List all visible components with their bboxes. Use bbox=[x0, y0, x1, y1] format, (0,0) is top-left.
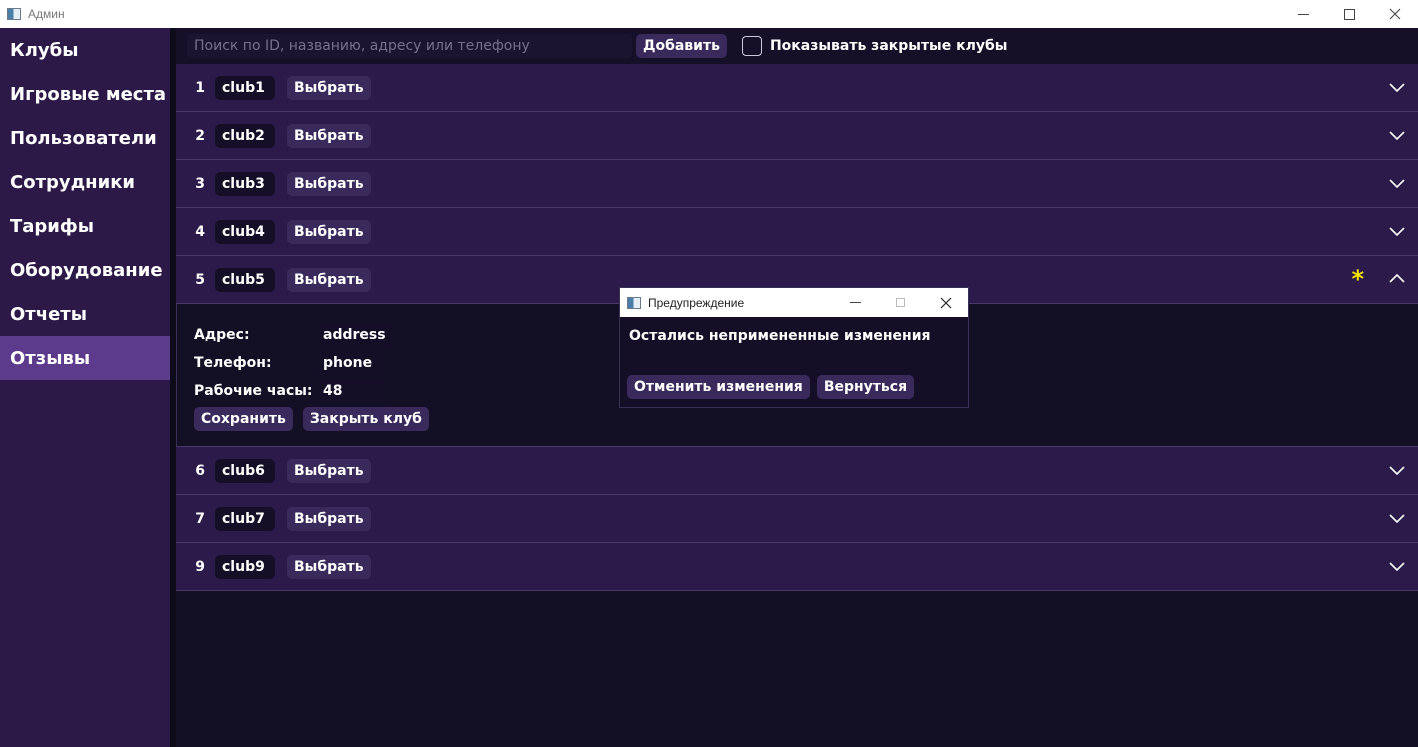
maximize-icon bbox=[1343, 8, 1355, 20]
save-button[interactable]: Сохранить bbox=[194, 407, 293, 431]
sidebar-item-employees[interactable]: Сотрудники bbox=[0, 160, 170, 204]
phone-field[interactable]: phone bbox=[316, 351, 388, 375]
club-row[interactable]: 6 club6 Выбрать bbox=[176, 447, 1418, 495]
window-titlebar: Админ bbox=[0, 0, 1418, 28]
club-id: 6 bbox=[195, 462, 205, 479]
club-id: 5 bbox=[195, 271, 205, 288]
minimize-button[interactable] bbox=[1280, 0, 1326, 28]
sidebar-item-equipment[interactable]: Оборудование bbox=[0, 248, 170, 292]
close-window-button[interactable] bbox=[1372, 0, 1418, 28]
chevron-down-icon[interactable] bbox=[1388, 509, 1406, 527]
select-club-button[interactable]: Выбрать bbox=[287, 506, 371, 531]
chevron-down-icon[interactable] bbox=[1388, 78, 1406, 96]
hours-field[interactable]: 48 bbox=[316, 379, 388, 403]
club-name-field[interactable]: club9 bbox=[215, 554, 275, 579]
club-name-field[interactable]: club2 bbox=[215, 123, 275, 148]
dialog-actions: Отменить изменения Вернуться bbox=[620, 375, 968, 399]
club-name-field[interactable]: club1 bbox=[215, 75, 275, 100]
sidebar-item-users[interactable]: Пользователи bbox=[0, 116, 170, 160]
window-title: Админ bbox=[28, 7, 65, 21]
app-icon bbox=[7, 8, 21, 20]
club-name-field[interactable]: club5 bbox=[215, 267, 275, 292]
club-row[interactable]: 7 club7 Выбрать bbox=[176, 495, 1418, 543]
dialog-titlebar: Предупреждение bbox=[620, 288, 968, 317]
club-id: 4 bbox=[195, 223, 205, 240]
chevron-down-icon[interactable] bbox=[1388, 557, 1406, 575]
club-id: 9 bbox=[195, 558, 205, 575]
select-club-button[interactable]: Выбрать bbox=[287, 554, 371, 579]
sidebar: Клубы Игровые места Пользователи Сотрудн… bbox=[0, 28, 170, 747]
dialog-title: Предупреждение bbox=[648, 295, 745, 310]
dialog-window-controls bbox=[833, 288, 968, 317]
club-row[interactable]: 2 club2 Выбрать bbox=[176, 112, 1418, 160]
close-icon bbox=[940, 297, 951, 308]
dialog-minimize-button[interactable] bbox=[833, 288, 878, 317]
club-row[interactable]: 1 club1 Выбрать bbox=[176, 64, 1418, 112]
sidebar-item-clubs[interactable]: Клубы bbox=[0, 28, 170, 72]
minimize-icon bbox=[850, 302, 861, 303]
club-name-field[interactable]: club7 bbox=[215, 506, 275, 531]
select-club-button[interactable]: Выбрать bbox=[287, 75, 371, 100]
dialog-message: Остались непримененные изменения bbox=[629, 328, 931, 344]
maximize-icon bbox=[896, 298, 905, 307]
address-field[interactable]: address bbox=[316, 323, 393, 347]
club-name-field[interactable]: club6 bbox=[215, 458, 275, 483]
sidebar-item-game-places[interactable]: Игровые места bbox=[0, 72, 170, 116]
chevron-down-icon[interactable] bbox=[1388, 126, 1406, 144]
select-club-button[interactable]: Выбрать bbox=[287, 219, 371, 244]
add-club-button[interactable]: Добавить bbox=[636, 34, 727, 58]
select-club-button[interactable]: Выбрать bbox=[287, 171, 371, 196]
chevron-down-icon[interactable] bbox=[1388, 461, 1406, 479]
sidebar-item-reviews[interactable]: Отзывы bbox=[0, 336, 170, 380]
club-id: 1 bbox=[195, 79, 205, 96]
select-club-button[interactable]: Выбрать bbox=[287, 267, 371, 292]
hours-label: Рабочие часы: bbox=[194, 383, 313, 399]
club-id: 3 bbox=[195, 175, 205, 192]
dialog-app-icon bbox=[627, 296, 641, 309]
dialog-maximize-button bbox=[878, 288, 923, 317]
discard-changes-button[interactable]: Отменить изменения bbox=[627, 375, 810, 399]
club-id: 7 bbox=[195, 510, 205, 527]
go-back-button[interactable]: Вернуться bbox=[816, 375, 915, 399]
chevron-down-icon[interactable] bbox=[1388, 222, 1406, 240]
club-row[interactable]: 9 club9 Выбрать bbox=[176, 543, 1418, 591]
dialog-close-button[interactable] bbox=[923, 288, 968, 317]
details-actions: Сохранить Закрыть клуб bbox=[194, 405, 1418, 433]
club-name-field[interactable]: club3 bbox=[215, 171, 275, 196]
toolbar: Добавить Показывать закрытые клубы bbox=[176, 28, 1418, 64]
close-club-button[interactable]: Закрыть клуб bbox=[302, 407, 429, 431]
chevron-down-icon[interactable] bbox=[1388, 174, 1406, 192]
maximize-button[interactable] bbox=[1326, 0, 1372, 28]
club-id: 2 bbox=[195, 127, 205, 144]
select-club-button[interactable]: Выбрать bbox=[287, 123, 371, 148]
warning-dialog: Предупреждение Остались непримененные из… bbox=[619, 287, 969, 408]
club-row[interactable]: 3 club3 Выбрать bbox=[176, 160, 1418, 208]
sidebar-item-tariffs[interactable]: Тарифы bbox=[0, 204, 170, 248]
phone-label: Телефон: bbox=[194, 355, 272, 371]
minimize-icon bbox=[1297, 13, 1309, 15]
club-row[interactable]: 4 club4 Выбрать bbox=[176, 208, 1418, 256]
close-icon bbox=[1389, 8, 1401, 20]
window-controls bbox=[1280, 0, 1418, 28]
show-closed-checkbox[interactable] bbox=[741, 36, 762, 56]
search-input[interactable] bbox=[187, 34, 632, 58]
show-closed-label[interactable]: Показывать закрытые клубы bbox=[770, 38, 1007, 54]
address-label: Адрес: bbox=[194, 327, 250, 343]
select-club-button[interactable]: Выбрать bbox=[287, 458, 371, 483]
chevron-up-icon[interactable] bbox=[1388, 270, 1406, 288]
club-name-field[interactable]: club4 bbox=[215, 219, 275, 244]
sidebar-item-reports[interactable]: Отчеты bbox=[0, 292, 170, 336]
unsaved-changes-marker: * bbox=[1351, 265, 1364, 293]
